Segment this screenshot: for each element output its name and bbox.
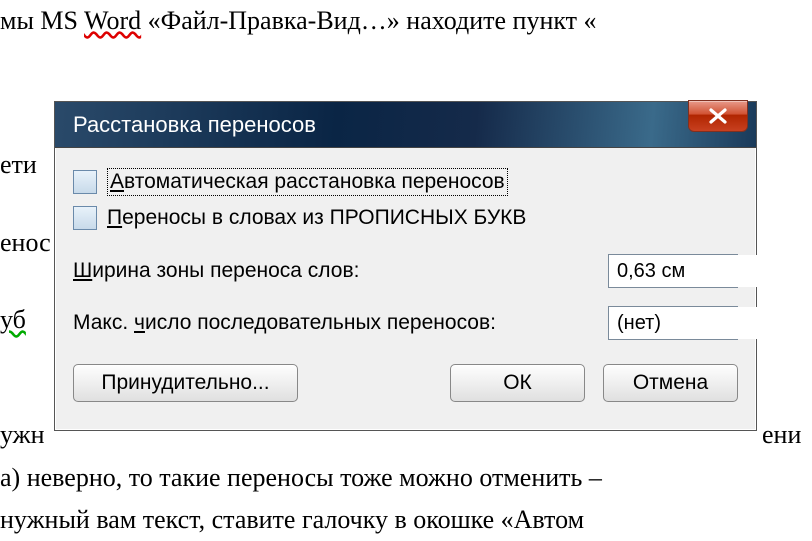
caps-hyphen-checkbox[interactable] (73, 206, 97, 230)
ok-button[interactable]: ОК (450, 364, 585, 402)
titlebar[interactable]: Расстановка переносов (55, 102, 756, 148)
zone-width-input[interactable] (609, 255, 812, 287)
doc-text-line: енос (0, 228, 51, 258)
auto-hyphen-label[interactable]: Автоматическая расстановка переносов (107, 168, 508, 196)
zone-width-spinner[interactable] (608, 254, 738, 288)
doc-text-line: нужный вам текст, ставите галочку в окош… (0, 505, 584, 535)
doc-text-line: ужн (0, 420, 45, 450)
doc-text-line: мы MS Word «Файл-Правка-Вид…» находите п… (0, 6, 597, 36)
max-consec-input[interactable] (609, 307, 812, 339)
max-consec-spinner[interactable] (608, 306, 738, 340)
auto-hyphen-checkbox[interactable] (73, 170, 97, 194)
close-button[interactable] (688, 100, 748, 132)
caps-hyphen-label[interactable]: Переносы в словах из ПРОПИСНЫХ БУКВ (107, 206, 526, 230)
zone-width-label: Ширина зоны переноса слов: (73, 259, 608, 283)
doc-text-line: ети (0, 150, 37, 180)
cancel-button[interactable]: Отмена (603, 364, 738, 402)
manual-hyphen-button[interactable]: Принудительно... (73, 364, 298, 402)
hyphenation-dialog: Расстановка переносов Автоматическая рас… (54, 101, 757, 431)
doc-text-line: ени (762, 420, 801, 450)
dialog-title: Расстановка переносов (73, 112, 316, 138)
doc-text-line: а) неверно, то такие переносы тоже можно… (0, 463, 602, 493)
close-icon (707, 108, 729, 124)
doc-text-line: уб (0, 305, 26, 335)
max-consec-label: Макс. число последовательных переносов: (73, 311, 608, 335)
